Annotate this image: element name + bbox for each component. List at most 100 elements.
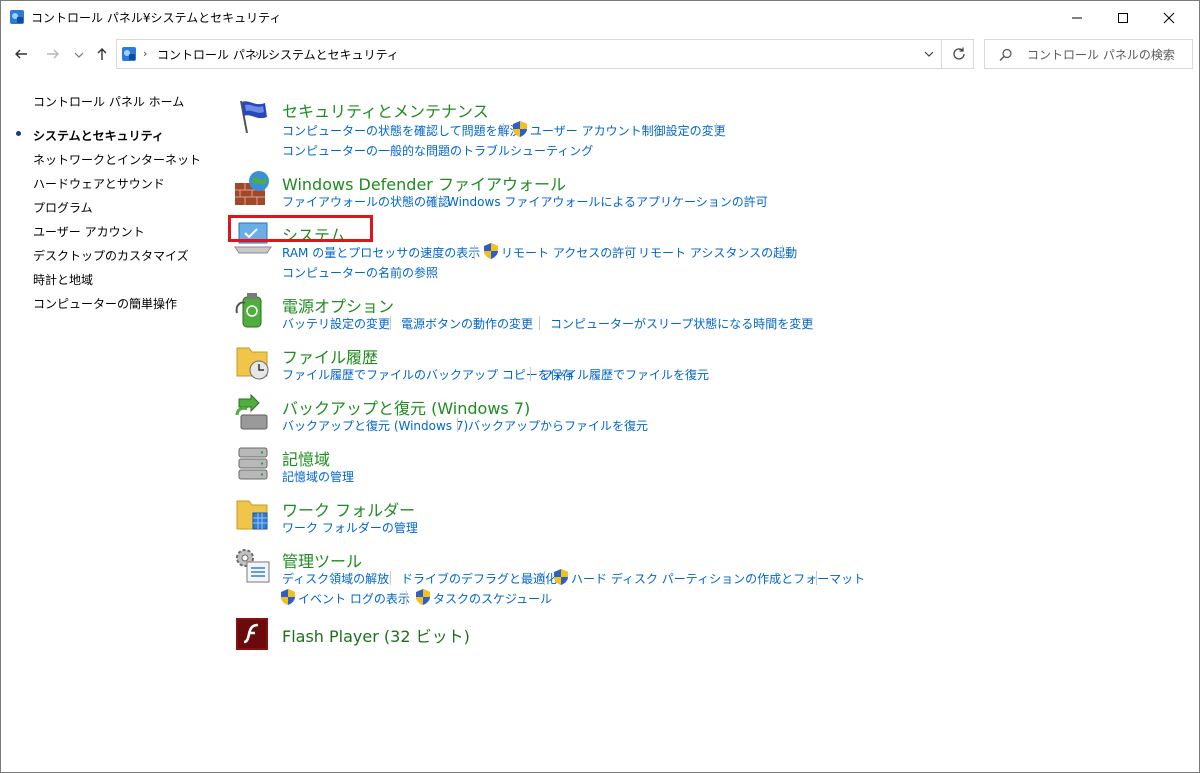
task-power-button-action[interactable]: 電源ボタンの動作の変更 bbox=[401, 315, 533, 332]
sidebar-item-network-internet[interactable]: ネットワークとインターネット bbox=[33, 151, 201, 168]
task-manage-work-folders[interactable]: ワーク フォルダーの管理 bbox=[282, 519, 418, 536]
maximize-icon bbox=[1118, 13, 1128, 23]
task-separator bbox=[390, 571, 391, 585]
navigation-bar: › コントロール パネル › システムとセキュリティ bbox=[1, 37, 1199, 71]
back-arrow-icon bbox=[15, 49, 27, 59]
control-panel-icon bbox=[122, 47, 136, 61]
task-separator bbox=[782, 245, 783, 259]
control-panel-window: コントロール パネル¥システムとセキュリティ › コントロール パネル › シス… bbox=[0, 0, 1200, 773]
chevron-down-icon bbox=[74, 52, 84, 58]
admin-tools-icon bbox=[236, 549, 270, 583]
window-title: コントロール パネル¥システムとセキュリティ bbox=[31, 11, 282, 25]
search-input[interactable] bbox=[1025, 45, 1189, 65]
work-folders-icon bbox=[236, 500, 268, 530]
category-title-power-options[interactable]: 電源オプション bbox=[282, 293, 394, 317]
category-title-security-maintenance[interactable]: セキュリティとメンテナンス bbox=[282, 98, 489, 122]
sidebar-item-hardware-sound[interactable]: ハードウェアとサウンド bbox=[33, 175, 165, 192]
breadcrumb-control-panel[interactable]: コントロール パネル bbox=[157, 46, 269, 63]
task-troubleshoot[interactable]: コンピューターの一般的な問題のトラブルシューティング bbox=[282, 142, 593, 159]
task-separator bbox=[716, 123, 717, 137]
category-title-admin-tools[interactable]: 管理ツール bbox=[282, 548, 362, 572]
uac-shield-icon bbox=[416, 589, 430, 605]
task-separator bbox=[390, 316, 391, 330]
file-history-icon bbox=[236, 347, 269, 380]
category-title-firewall[interactable]: Windows Defender ファイアウォール bbox=[282, 171, 566, 195]
task-allow-remote-access[interactable]: リモート アクセスの許可 bbox=[501, 244, 636, 261]
task-create-format-partitions[interactable]: ハード ディスク パーティションの作成とフォーマット bbox=[571, 570, 865, 587]
sidebar-item-system-security: システムとセキュリティ bbox=[33, 129, 164, 143]
chevron-down-icon bbox=[924, 51, 934, 57]
uac-shield-icon bbox=[281, 589, 295, 605]
sidebar-item-control-panel-home[interactable]: コントロール パネル ホーム bbox=[33, 93, 184, 110]
minimize-icon bbox=[1072, 17, 1082, 19]
forward-arrow-icon bbox=[47, 49, 59, 59]
sidebar-item-programs[interactable]: プログラム bbox=[33, 199, 93, 216]
task-defragment-drives[interactable]: ドライブのデフラグと最適化 bbox=[401, 570, 557, 587]
task-firewall-status[interactable]: ファイアウォールの状態の確認 bbox=[282, 193, 450, 210]
task-view-event-logs[interactable]: イベント ログの表示 bbox=[298, 590, 410, 607]
close-icon bbox=[1163, 12, 1175, 24]
task-restore-files-history[interactable]: ファイル履歴でファイルを復元 bbox=[541, 366, 709, 383]
task-view-ram-cpu[interactable]: RAM の量とプロセッサの速度の表示 bbox=[282, 244, 480, 261]
task-separator bbox=[503, 123, 504, 137]
storage-spaces-icon bbox=[238, 447, 268, 480]
category-title-flash-player[interactable]: Flash Player (32 ビット) bbox=[282, 623, 470, 647]
task-see-computer-name[interactable]: コンピューターの名前の参照 bbox=[282, 264, 438, 281]
category-title-file-history[interactable]: ファイル履歴 bbox=[282, 344, 378, 368]
power-options-icon bbox=[235, 293, 262, 328]
task-check-status[interactable]: コンピューターの状態を確認して問題を解決 bbox=[282, 122, 522, 139]
close-button[interactable] bbox=[1146, 1, 1192, 33]
maximize-button[interactable] bbox=[1100, 1, 1146, 33]
breadcrumb-system-security[interactable]: システムとセキュリティ bbox=[268, 46, 399, 63]
firewall-icon bbox=[235, 171, 269, 205]
uac-shield-icon bbox=[554, 569, 568, 585]
refresh-icon bbox=[953, 47, 965, 60]
system-highlight-box bbox=[228, 215, 373, 242]
task-disk-cleanup[interactable]: ディスク領域の解放 bbox=[282, 570, 389, 587]
category-title-backup-restore[interactable]: バックアップと復元 (Windows 7) bbox=[282, 395, 530, 419]
address-history-button[interactable] bbox=[917, 40, 941, 68]
up-button[interactable] bbox=[94, 46, 110, 62]
task-allow-app-firewall[interactable]: Windows ファイアウォールによるアプリケーションの許可 bbox=[447, 193, 768, 210]
breadcrumb-separator-icon: › bbox=[143, 47, 148, 60]
task-separator bbox=[539, 316, 540, 330]
task-separator bbox=[457, 418, 458, 432]
task-sleep-time[interactable]: コンピューターがスリープ状態になる時間を変更 bbox=[550, 315, 813, 332]
uac-shield-icon bbox=[513, 121, 527, 137]
search-icon bbox=[999, 48, 1012, 61]
task-separator bbox=[530, 367, 531, 381]
category-title-storage-spaces[interactable]: 記憶域 bbox=[282, 446, 330, 470]
up-arrow-icon bbox=[97, 48, 107, 60]
task-separator bbox=[816, 571, 817, 585]
task-restore-from-backup[interactable]: バックアップからファイルを復元 bbox=[468, 417, 648, 434]
task-separator bbox=[627, 245, 628, 259]
search-box[interactable] bbox=[984, 39, 1193, 69]
forward-button[interactable] bbox=[45, 46, 61, 62]
flash-player-icon bbox=[236, 618, 268, 650]
task-backup-restore-win7[interactable]: バックアップと復元 (Windows 7) bbox=[282, 417, 468, 434]
sidebar-item-appearance[interactable]: デスクトップのカスタマイズ bbox=[33, 247, 189, 264]
current-page-bullet-icon bbox=[16, 131, 21, 136]
task-separator bbox=[436, 194, 437, 208]
category-title-work-folders[interactable]: ワーク フォルダー bbox=[282, 497, 415, 521]
flag-icon bbox=[240, 100, 267, 134]
task-separator bbox=[544, 571, 545, 585]
task-launch-remote-assistance[interactable]: リモート アシスタンスの起動 bbox=[638, 244, 797, 261]
address-bar[interactable]: › コントロール パネル › システムとセキュリティ bbox=[116, 39, 974, 69]
refresh-button[interactable] bbox=[941, 40, 974, 68]
minimize-button[interactable] bbox=[1054, 1, 1100, 33]
task-battery-settings[interactable]: バッテリ設定の変更 bbox=[282, 315, 390, 332]
task-separator bbox=[474, 245, 475, 259]
sidebar-item-user-accounts[interactable]: ユーザー アカウント bbox=[33, 223, 145, 240]
task-manage-storage-spaces[interactable]: 記憶域の管理 bbox=[282, 468, 354, 485]
backup-restore-icon bbox=[235, 393, 268, 430]
task-uac-settings[interactable]: ユーザー アカウント制御設定の変更 bbox=[530, 122, 726, 139]
breadcrumb-separator-icon: › bbox=[255, 47, 260, 60]
back-button[interactable] bbox=[13, 46, 29, 62]
task-schedule-tasks[interactable]: タスクのスケジュール bbox=[433, 590, 552, 607]
control-panel-icon bbox=[10, 10, 24, 24]
task-separator bbox=[406, 591, 407, 605]
sidebar-item-ease-of-access[interactable]: コンピューターの簡単操作 bbox=[33, 295, 177, 312]
sidebar-item-clock-region[interactable]: 時計と地域 bbox=[33, 271, 93, 288]
recent-locations-button[interactable] bbox=[73, 46, 85, 62]
